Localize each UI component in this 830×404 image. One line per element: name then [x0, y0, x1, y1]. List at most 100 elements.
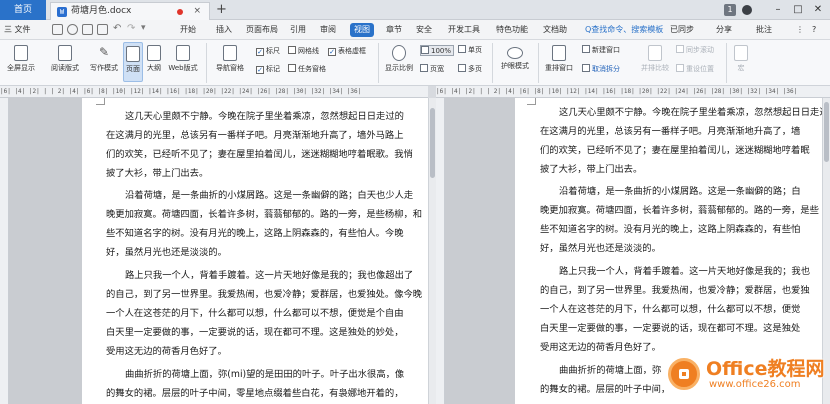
open-icon[interactable] — [67, 24, 78, 35]
cancel-split-button[interactable]: 取消拆分 — [582, 64, 620, 75]
watermark-title: Office教程网 — [706, 358, 825, 380]
crop-mark — [96, 98, 105, 105]
reading-mode-button[interactable]: 阅读版式 — [46, 42, 84, 82]
fullscreen-icon — [14, 45, 28, 61]
eye-icon — [507, 47, 523, 59]
paragraph-line: 这几天心里颇不宁静。今晚在院子里坐着乘凉，忽然想起日日走过的 — [125, 111, 404, 122]
paragraph-line: 白天里一定要做的事，一定要说的话，现在都可不理。这是独处 — [540, 323, 801, 334]
redo-icon[interactable]: ↷ — [127, 23, 135, 34]
zoom-100-button[interactable]: 100% — [420, 45, 454, 56]
side-by-side-button[interactable]: 并排比较 — [638, 42, 672, 82]
more-icon[interactable]: ⋮ — [796, 20, 804, 40]
paragraph-line: 路上只我一个人，背着手踱着。这一片天地好像是我的；我也 — [559, 266, 811, 277]
scrollbar-thumb[interactable] — [430, 108, 435, 178]
search-command-input[interactable]: Q查找命令、搜索模板 — [585, 20, 663, 40]
left-document-pane[interactable]: 这几天心里颇不宁静。今晚在院子里坐着乘凉，忽然想起日日走过的 在这满月的光里，总… — [9, 98, 428, 404]
outline-view-button[interactable]: 大纲 — [144, 42, 164, 82]
ruler-checkbox[interactable]: ✓ 标尺 — [256, 46, 280, 57]
minimize-button[interactable]: – — [770, 2, 786, 18]
comment-button[interactable]: 批注 — [756, 20, 772, 40]
unsaved-dot-icon — [177, 9, 183, 15]
title-bar: 首页 W 荷塘月色.docx × + 1 – □ ✕ — [0, 0, 830, 20]
paragraph-line: 披了大衫，带上门出去。 — [106, 168, 209, 179]
paragraph-line: 一个人在这苍茫的月下，什么都可以想，什么都可以不想，便觉 — [540, 304, 801, 315]
paragraph-line: 受用这无边的荷香月色好了。 — [106, 346, 227, 357]
horizontal-ruler-right[interactable]: |6| |4| |2| | | 2| |4| |6| |8| |10| |12|… — [436, 86, 830, 98]
horizontal-ruler-left[interactable]: |6| |4| |2| | | 2| |4| |6| |8| |10| |12|… — [0, 86, 428, 98]
document-tab-title: 荷塘月色.docx — [71, 6, 132, 16]
document-tab[interactable]: W 荷塘月色.docx × — [50, 2, 210, 20]
menu-item-view[interactable]: 视图 — [350, 23, 374, 37]
new-window-button[interactable]: 新建窗口 — [582, 45, 620, 56]
paragraph-line: 受用这无边的荷香月色好了。 — [540, 342, 661, 353]
paragraph-line: 白天里一定要做的事，一定要说的话，现在都可不理。这是独处的妙处， — [106, 327, 404, 338]
paragraph-line: 晚更加寂寞。荷塘四面，长着许多树，蓊蓊郁郁的。路的一旁，是些杨柳，和 — [106, 209, 423, 220]
fullscreen-button[interactable]: 全屏显示 — [4, 42, 38, 82]
writing-mode-button[interactable]: ✎ 写作模式 — [86, 42, 122, 82]
menu-item-start[interactable]: 开始 — [180, 20, 196, 40]
paragraph-line: 在这满月的光里，总该另有一番样子吧。月亮渐渐地升高了，墙 — [540, 126, 801, 137]
paragraph-line: 晚更加寂寞。荷塘四面，长着许多树，蓊蓊郁郁的。路的一旁，是些 — [540, 205, 819, 216]
ribbon-toolbar: 全屏显示 阅读版式 ✎ 写作模式 页面 大纲 Web版式 导航窗格 ✓ 标尺 网格… — [0, 40, 830, 86]
menu-item-developer[interactable]: 开发工具 — [448, 20, 480, 40]
eye-care-button[interactable]: 护眼模式 — [496, 42, 534, 82]
sync-scroll-button[interactable]: 同步滚动 — [676, 45, 714, 56]
undo-icon[interactable]: ↶ — [113, 23, 121, 34]
chevron-down-icon[interactable]: ▾ — [141, 23, 146, 33]
version-badge[interactable]: 1 — [724, 4, 736, 16]
crop-mark — [527, 98, 536, 105]
paragraph-line: 们的欢笑，已经听不见了；妻在屋里拍着闰儿，迷迷糊糊地哼着眠歌。我悄 — [106, 149, 413, 160]
ribbon-divider — [492, 43, 493, 83]
web-view-button[interactable]: Web版式 — [166, 42, 200, 82]
save-icon[interactable] — [52, 24, 63, 35]
page-view-button[interactable]: 页面 — [123, 42, 143, 82]
pen-icon: ✎ — [98, 45, 110, 59]
gridline-checkbox[interactable]: 网格线 — [288, 46, 319, 57]
file-menu[interactable]: 三 文件 — [4, 20, 31, 40]
new-tab-button[interactable]: + — [216, 1, 230, 19]
menu-item-chapter[interactable]: 章节 — [386, 20, 402, 40]
avatar[interactable] — [742, 5, 752, 15]
reset-position-button[interactable]: 重设位置 — [676, 64, 714, 75]
menu-item-security[interactable]: 安全 — [416, 20, 432, 40]
help-icon[interactable]: ? — [812, 20, 816, 40]
print-icon[interactable] — [82, 24, 93, 35]
nav-pane-icon — [223, 45, 237, 61]
close-tab-icon[interactable]: × — [193, 3, 201, 20]
zoom-ratio-button[interactable]: 显示比例 — [382, 42, 416, 82]
close-window-button[interactable]: ✕ — [810, 2, 826, 18]
table-frame-checkbox[interactable]: ✓ 表格虚框 — [328, 46, 366, 57]
left-vertical-scrollbar[interactable] — [428, 98, 436, 404]
nav-pane-button[interactable]: 导航窗格 — [210, 42, 250, 82]
paragraph-line: 曲曲折折的荷塘上面，弥(mi)望的是田田的叶子。叶子出水很高，像 — [125, 369, 405, 380]
menu-item-features[interactable]: 特色功能 — [496, 20, 528, 40]
watermark-url: www.office26.com — [709, 379, 801, 390]
paragraph-line: 们的欢笑，已经听不见了；妻在屋里拍着闰儿，迷迷糊糊地哼着眠 — [540, 145, 810, 156]
paragraph-line: 好，虽然月光也还是淡淡的。 — [540, 243, 661, 254]
sync-status[interactable]: 已同步 — [670, 20, 694, 40]
rearrange-windows-button[interactable]: 重排窗口 — [540, 42, 578, 82]
preview-icon[interactable] — [97, 24, 108, 35]
menu-item-reference[interactable]: 引用 — [290, 20, 306, 40]
mark-checkbox[interactable]: ✓ 标记 — [256, 64, 280, 75]
scrollbar-thumb[interactable] — [824, 102, 829, 162]
menu-item-review[interactable]: 审阅 — [320, 20, 336, 40]
paragraph-line: 这几天心里颇不宁静。今晚在院子里坐着乘凉，忽然想起日日走过 — [559, 107, 822, 118]
restore-button[interactable]: □ — [790, 2, 806, 18]
single-page-button[interactable]: 单页 — [458, 45, 482, 56]
menu-item-layout[interactable]: 页面布局 — [246, 20, 278, 40]
multi-page-button[interactable]: 多页 — [458, 64, 482, 75]
share-button[interactable]: 分享 — [716, 20, 732, 40]
compare-icon — [648, 45, 662, 61]
menu-item-insert[interactable]: 插入 — [216, 20, 232, 40]
paragraph-line: 些不知道名字的树。没有月光的晚上，这路上阴森森的，有些怕人。今晚 — [106, 228, 404, 239]
paragraph-line: 好，虽然月光也还是淡淡的。 — [106, 247, 227, 258]
macro-button[interactable]: 宏 — [730, 42, 752, 82]
office-logo-icon — [668, 358, 700, 390]
home-tab[interactable]: 首页 — [0, 0, 46, 20]
paragraph-line: 曲曲折折的荷塘上面，弥 — [559, 365, 662, 376]
menu-item-doc-assistant[interactable]: 文档助 — [543, 20, 567, 40]
page-width-button[interactable]: 页宽 — [420, 64, 444, 75]
task-pane-checkbox[interactable]: 任务窗格 — [288, 64, 326, 75]
macro-icon — [734, 45, 748, 61]
